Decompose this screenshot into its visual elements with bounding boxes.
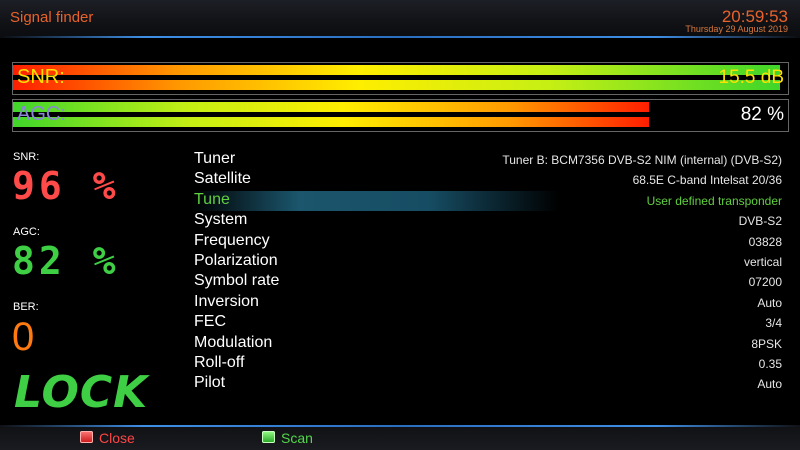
scan-button-label: Scan	[281, 430, 313, 446]
info-key: Satellite	[194, 170, 251, 187]
agc-bar-label: AGC:	[17, 103, 66, 125]
window-title: Signal finder	[10, 9, 94, 26]
ber-stat-label: BER:	[13, 301, 39, 313]
header-bar: Signal finder 20:59:53 Thursday 29 Augus…	[0, 0, 800, 38]
agc-stat-label: AGC:	[13, 226, 40, 238]
snr-level-bar: SNR: 15.5 dB	[12, 62, 789, 95]
snr-bar-stripe-bottom	[13, 80, 781, 90]
info-key: FEC	[194, 313, 226, 330]
info-row-pilot[interactable]: Pilot Auto	[192, 374, 784, 394]
info-value: Auto	[757, 296, 782, 310]
info-row-fec[interactable]: FEC 3/4	[192, 313, 784, 333]
agc-level-bar: AGC: 82 %	[12, 99, 789, 132]
info-key: Tuner	[194, 150, 236, 167]
agc-bar-stripe-top	[13, 102, 649, 112]
info-value: User defined transponder	[646, 194, 782, 208]
info-key: Tune	[194, 191, 230, 208]
info-row-inversion[interactable]: Inversion Auto	[192, 293, 784, 313]
info-value: 07200	[748, 275, 782, 289]
info-key: Modulation	[194, 334, 273, 351]
info-row-frequency[interactable]: Frequency 03828	[192, 232, 784, 252]
red-key-icon	[80, 431, 93, 443]
green-key-icon	[262, 431, 275, 443]
scan-button[interactable]: Scan	[262, 429, 332, 447]
agc-bar-stripe-bottom	[13, 117, 649, 127]
info-value: 68.5E C-band Intelsat 20/36	[632, 173, 782, 187]
snr-percent: 96 %	[12, 164, 120, 208]
info-key: Frequency	[194, 232, 270, 249]
info-value: 0.35	[758, 357, 782, 371]
info-row-tune-selected[interactable]: Tune User defined transponder	[192, 191, 784, 211]
agc-bar-value: 82 %	[740, 104, 784, 125]
info-key: Symbol rate	[194, 272, 280, 289]
snr-bar-label: SNR:	[17, 66, 65, 88]
snr-stat-label: SNR:	[13, 151, 40, 163]
info-row-system[interactable]: System DVB-S2	[192, 211, 784, 231]
info-row-symbol-rate[interactable]: Symbol rate 07200	[192, 272, 784, 292]
snr-bar-value: 15.5 dB	[718, 67, 785, 88]
info-row-modulation[interactable]: Modulation 8PSK	[192, 334, 784, 354]
info-key: Inversion	[194, 293, 259, 310]
info-key: Pilot	[194, 374, 226, 391]
clock-date: Thursday 29 August 2019	[685, 24, 788, 34]
close-button-label: Close	[99, 430, 135, 446]
snr-bar-stripe-top	[13, 65, 781, 75]
close-button[interactable]: Close	[80, 429, 150, 447]
info-value: DVB-S2	[738, 214, 782, 228]
info-value: 3/4	[765, 316, 782, 330]
agc-percent: 82 %	[12, 239, 120, 283]
agc-bar-fill	[13, 100, 649, 131]
ber-value: 0	[12, 315, 35, 359]
snr-bar-fill	[13, 63, 781, 94]
info-row-tuner[interactable]: Tuner Tuner B: BCM7356 DVB-S2 NIM (inter…	[192, 150, 784, 170]
info-value: 03828	[748, 235, 782, 249]
info-row-polarization[interactable]: Polarization vertical	[192, 252, 784, 272]
info-key: System	[194, 211, 248, 228]
info-value: Tuner B: BCM7356 DVB-S2 NIM (internal) (…	[502, 153, 782, 167]
info-row-roll-off[interactable]: Roll-off 0.35	[192, 354, 784, 374]
lock-status: LOCK	[14, 367, 149, 418]
footer-bar: Close Scan	[0, 425, 800, 450]
info-key: Polarization	[194, 252, 278, 269]
info-key: Roll-off	[194, 354, 245, 371]
info-row-satellite[interactable]: Satellite 68.5E C-band Intelsat 20/36	[192, 170, 784, 190]
info-value: 8PSK	[751, 337, 782, 351]
info-value: vertical	[743, 255, 782, 269]
info-value: Auto	[757, 377, 782, 391]
